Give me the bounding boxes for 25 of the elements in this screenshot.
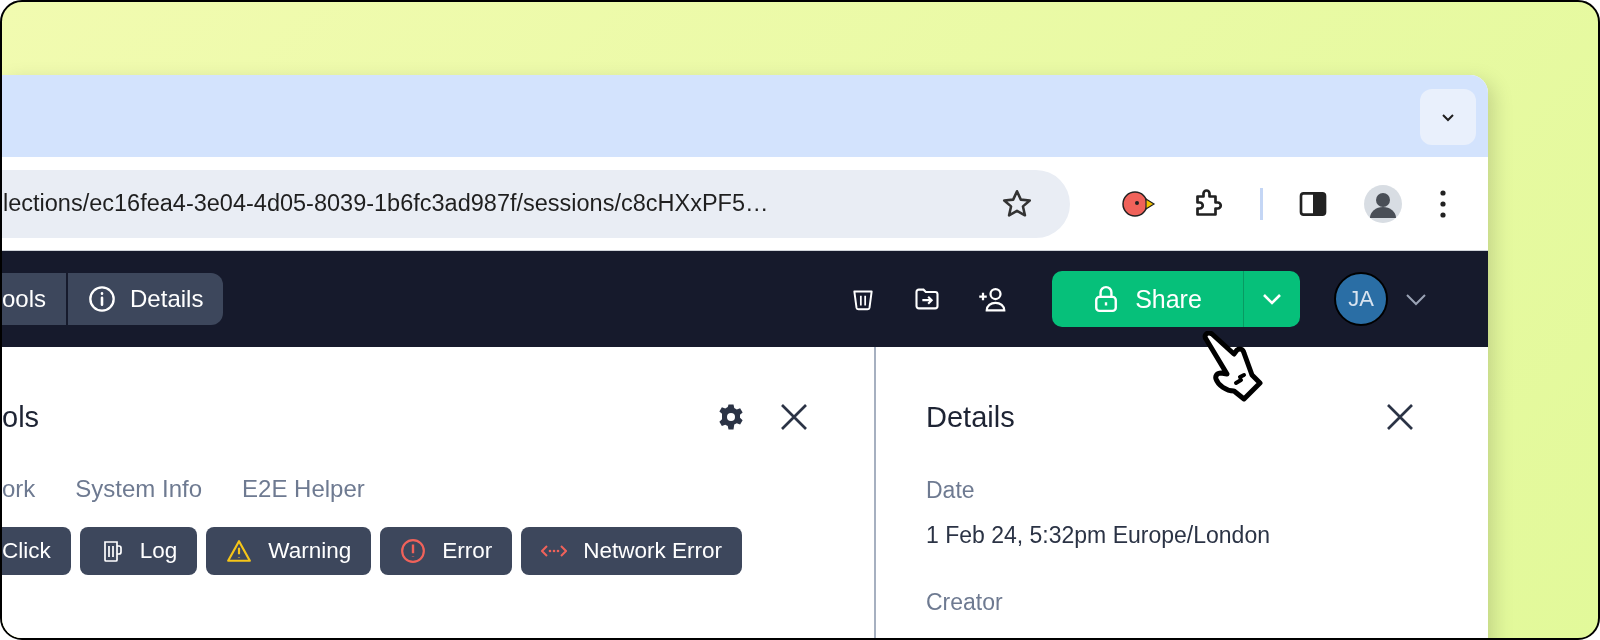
panel-toggle[interactable]: ools	[2, 273, 69, 325]
panel-tab[interactable]: ork	[2, 475, 36, 503]
address-bar[interactable]: lections/ec16fea4-3e04-4d05-8039-1b6fc3ad987f/sessions/c8cHXxPF5…	[2, 169, 1070, 238]
filter-chip[interactable]: Network Error	[521, 527, 743, 575]
field-label: Creator	[926, 589, 1004, 616]
panel-toggle[interactable]: Details	[68, 273, 224, 325]
panel-title: Details	[926, 400, 1015, 434]
network-error-icon	[541, 543, 568, 559]
more-menu-icon[interactable]	[1437, 187, 1449, 220]
field-label: Date	[926, 477, 976, 504]
warning-icon	[226, 539, 253, 563]
filter-chip[interactable]: Click	[2, 527, 71, 575]
lock-icon	[1093, 284, 1120, 314]
panel-tab[interactable]: E2E Helper	[242, 475, 365, 503]
url-text: lections/ec16fea4-3e04-4d05-8039-1b6fc3ad987f/sessions/c8cHXxPF5…	[3, 190, 770, 217]
field-value: 1 Feb 24, 5:32pm Europe/London	[926, 522, 1271, 549]
profile-avatar-icon[interactable]	[1363, 183, 1403, 224]
panel-title: ols	[2, 400, 40, 434]
info-icon	[88, 285, 117, 313]
user-avatar[interactable]: JA	[1334, 272, 1388, 326]
filter-chip[interactable]: Warning	[206, 527, 372, 575]
panel-tab[interactable]: System Info	[75, 475, 203, 503]
error-icon	[400, 538, 427, 564]
filter-chip[interactable]: Log	[79, 527, 198, 575]
filter-chip[interactable]: Error	[380, 527, 513, 575]
